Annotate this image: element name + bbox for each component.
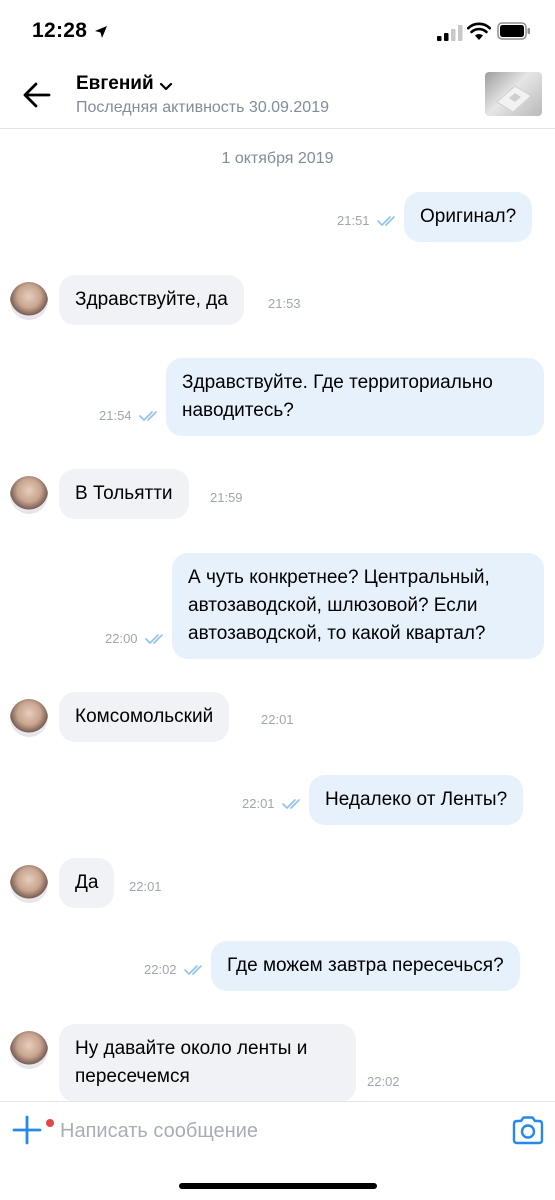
- incoming-message[interactable]: Комсомольский: [59, 692, 230, 742]
- outgoing-message[interactable]: Где можем завтра пересечься?: [211, 941, 520, 991]
- contact-avatar[interactable]: [10, 476, 48, 514]
- back-button[interactable]: [20, 80, 54, 110]
- message-time: 21:54: [99, 408, 132, 423]
- message-time: 22:02: [367, 1074, 400, 1089]
- attach-button[interactable]: [10, 1111, 56, 1151]
- incoming-message[interactable]: Здравствуйте, да: [59, 275, 244, 325]
- incoming-message[interactable]: Ну давайте около ленты и пересечемся: [59, 1024, 356, 1102]
- message-time: 22:02: [144, 962, 177, 977]
- back-arrow-icon: [23, 82, 51, 108]
- message-composer: [0, 1101, 555, 1159]
- outgoing-message[interactable]: Недалеко от Ленты?: [309, 775, 524, 825]
- contact-avatar[interactable]: [10, 865, 48, 903]
- contact-avatar[interactable]: [10, 699, 48, 737]
- message-time: 21:53: [268, 296, 301, 311]
- message-time: 22:01: [261, 712, 294, 727]
- last-seen-status: Последняя активность 30.09.2019: [76, 99, 329, 116]
- read-ticks-icon: [184, 963, 206, 981]
- camera-icon: [512, 1116, 544, 1145]
- contact-avatar[interactable]: [10, 1031, 48, 1069]
- outgoing-message[interactable]: А чуть конкретнее? Центральный, автозаво…: [172, 553, 544, 659]
- read-ticks-icon: [282, 797, 304, 815]
- status-time: 12:28: [32, 19, 88, 42]
- camera-button[interactable]: [511, 1113, 545, 1147]
- wifi-icon: [466, 22, 492, 46]
- notification-dot: [44, 1117, 56, 1129]
- status-bar: 12:28: [0, 0, 555, 62]
- outgoing-message[interactable]: Оригинал?: [404, 192, 533, 242]
- home-indicator: [179, 1183, 377, 1189]
- read-ticks-icon: [145, 632, 167, 650]
- message-time: 22:00: [105, 631, 138, 646]
- cellular-signal-icon: [437, 25, 463, 46]
- chevron-down-icon[interactable]: [159, 79, 173, 97]
- read-ticks-icon: [139, 409, 161, 427]
- message-time: 22:01: [242, 796, 275, 811]
- date-separator: 1 октября 2019: [221, 150, 334, 167]
- message-time: 22:01: [129, 879, 162, 894]
- incoming-message[interactable]: В Тольятти: [59, 469, 189, 519]
- read-ticks-icon: [377, 214, 399, 232]
- incoming-message[interactable]: Да: [59, 858, 115, 908]
- contact-avatar[interactable]: [10, 282, 48, 320]
- plus-icon: [12, 1115, 42, 1145]
- chat-header: Евгений Последняя активность 30.09.2019: [0, 62, 555, 129]
- message-input[interactable]: [60, 1114, 480, 1148]
- contact-name[interactable]: Евгений: [76, 73, 154, 95]
- battery-icon: [497, 22, 531, 45]
- outgoing-message[interactable]: Здравствуйте. Где территориально наводит…: [166, 358, 544, 436]
- location-arrow-icon: [94, 25, 108, 44]
- item-thumbnail[interactable]: [485, 72, 542, 116]
- message-time: 21:59: [210, 490, 243, 505]
- message-time: 21:51: [337, 213, 370, 228]
- product-photo-icon: [496, 85, 532, 113]
